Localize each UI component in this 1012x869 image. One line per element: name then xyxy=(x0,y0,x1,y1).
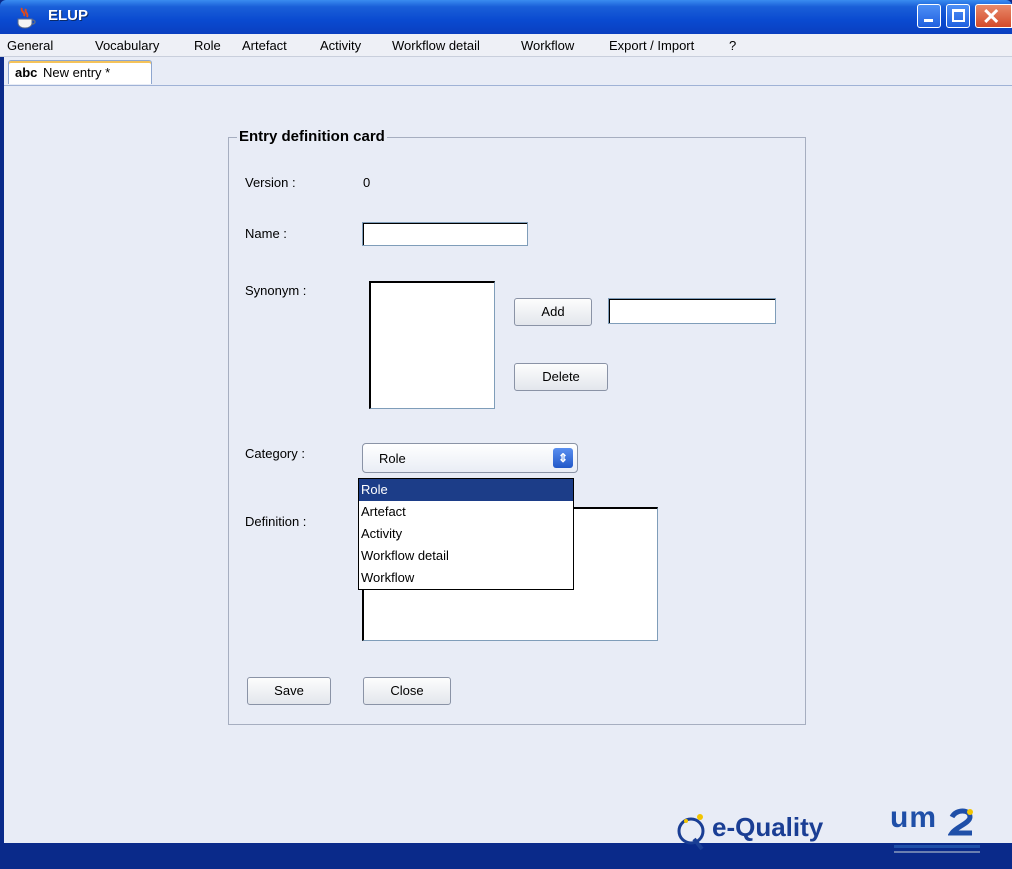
um2-emblem-icon xyxy=(948,808,973,836)
close-icon: ✕ xyxy=(982,4,1001,29)
menu-general[interactable]: General xyxy=(7,38,53,53)
client-area: abc New entry * Entry definition card Ve… xyxy=(4,57,1012,853)
title-bar[interactable]: ELUP ✕ xyxy=(0,0,1012,34)
e-quality-logo: e-Quality xyxy=(676,809,866,853)
tab-strip: abc New entry * xyxy=(4,57,1012,86)
category-option-activity[interactable]: Activity xyxy=(359,523,573,545)
um2-caption-line xyxy=(894,851,980,853)
menu-workflow-detail[interactable]: Workflow detail xyxy=(392,38,480,53)
add-synonym-button[interactable]: Add xyxy=(514,298,592,326)
synonym-label: Synonym : xyxy=(245,283,307,298)
minimize-icon xyxy=(924,19,933,22)
menu-role[interactable]: Role xyxy=(194,38,221,53)
category-select[interactable]: Role ⇕ xyxy=(362,443,578,473)
menu-artefact[interactable]: Artefact xyxy=(242,38,287,53)
um2-text: um xyxy=(890,801,937,834)
category-option-workflow-detail[interactable]: Workflow detail xyxy=(359,545,573,567)
category-option-role[interactable]: Role xyxy=(359,479,573,501)
maximize-button[interactable] xyxy=(946,4,970,28)
e-quality-emblem-icon xyxy=(677,814,705,851)
definition-label: Definition : xyxy=(245,514,307,529)
version-value: 0 xyxy=(363,175,371,190)
menu-vocabulary[interactable]: Vocabulary xyxy=(95,38,159,53)
um2-underline xyxy=(894,845,980,848)
close-button[interactable]: Close xyxy=(363,677,451,705)
category-selected-value: Role xyxy=(379,451,406,466)
close-window-button[interactable]: ✕ xyxy=(975,4,1012,28)
category-label: Category : xyxy=(245,446,305,461)
menu-help[interactable]: ? xyxy=(729,38,736,53)
version-label: Version : xyxy=(245,175,296,190)
tab-label: New entry * xyxy=(43,65,111,80)
tab-new-entry[interactable]: abc New entry * xyxy=(8,60,152,84)
card-title: Entry definition card xyxy=(237,128,387,145)
synonym-input[interactable] xyxy=(608,298,776,324)
e-quality-text: e-Quality xyxy=(712,812,824,842)
um2-logo: um xyxy=(890,801,986,869)
menu-bar: General Vocabulary Role Artefact Activit… xyxy=(0,34,1012,57)
window-title: ELUP xyxy=(48,7,89,24)
menu-workflow[interactable]: Workflow xyxy=(521,38,574,53)
delete-synonym-button[interactable]: Delete xyxy=(514,363,608,391)
synonym-list[interactable] xyxy=(369,281,495,409)
save-button[interactable]: Save xyxy=(247,677,331,705)
category-option-workflow[interactable]: Workflow xyxy=(359,567,573,589)
name-input[interactable] xyxy=(362,222,528,246)
menu-activity[interactable]: Activity xyxy=(320,38,361,53)
up-down-arrow-icon[interactable]: ⇕ xyxy=(553,448,573,468)
name-label: Name : xyxy=(245,226,287,241)
category-dropdown: Role Artefact Activity Workflow detail W… xyxy=(358,478,574,590)
menu-export-import[interactable]: Export / Import xyxy=(609,38,694,53)
maximize-icon xyxy=(952,9,965,22)
tab-prefix: abc xyxy=(15,65,38,80)
minimize-button[interactable] xyxy=(917,4,941,28)
category-option-artefact[interactable]: Artefact xyxy=(359,501,573,523)
java-cup-icon xyxy=(17,7,36,29)
